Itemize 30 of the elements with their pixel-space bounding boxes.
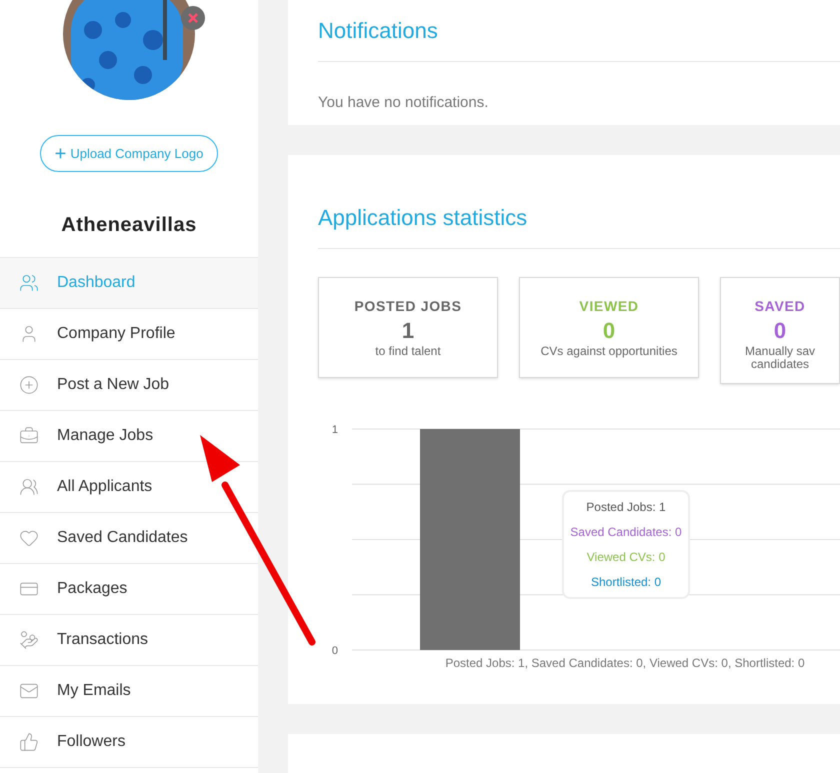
y-tick-label: 1 — [332, 424, 338, 436]
tooltip-line: Saved Candidates: 0 — [570, 524, 682, 541]
x-axis-label: Posted Jobs: 1, Saved Candidates: 0, Viewed CVs: 0, Shortlisted: 0 — [445, 656, 805, 670]
tooltip-line: Viewed CVs: 0 — [586, 548, 666, 566]
stat-value: 0 — [774, 317, 786, 345]
y-tick-label: 0 — [332, 644, 338, 657]
stat-value: 0 — [602, 317, 616, 345]
briefcase-icon — [19, 426, 39, 446]
stat-caption: Manually sav candidates — [744, 344, 816, 371]
notifications-message: You have no notifications. — [318, 93, 490, 113]
people-icon — [19, 477, 39, 497]
stat-value: 1 — [402, 317, 414, 345]
stat-label: VIEWED — [579, 297, 639, 316]
plus-circle-icon — [19, 375, 39, 395]
hand-coins-icon — [19, 630, 39, 650]
stat-label: SAVED — [754, 297, 806, 316]
company-name: Atheneavillas — [61, 213, 197, 238]
stat-caption: CVs against opportunities — [540, 344, 678, 358]
stat-caption: to find talent — [375, 344, 441, 358]
thumbs-up-icon — [19, 732, 39, 752]
tooltip-line: Shortlisted: 0 — [590, 574, 662, 591]
card-title: Notifications — [318, 14, 840, 62]
tooltip-line: Posted Jobs: 1 — [586, 498, 666, 516]
mail-icon — [19, 681, 39, 701]
card-title: Applications statistics — [318, 201, 840, 250]
remove-badge[interactable] — [181, 6, 205, 30]
stat-label: POSTED JOBS — [354, 297, 462, 316]
heart-icon — [19, 528, 39, 548]
close-icon — [188, 13, 198, 23]
people-icon — [19, 273, 39, 293]
